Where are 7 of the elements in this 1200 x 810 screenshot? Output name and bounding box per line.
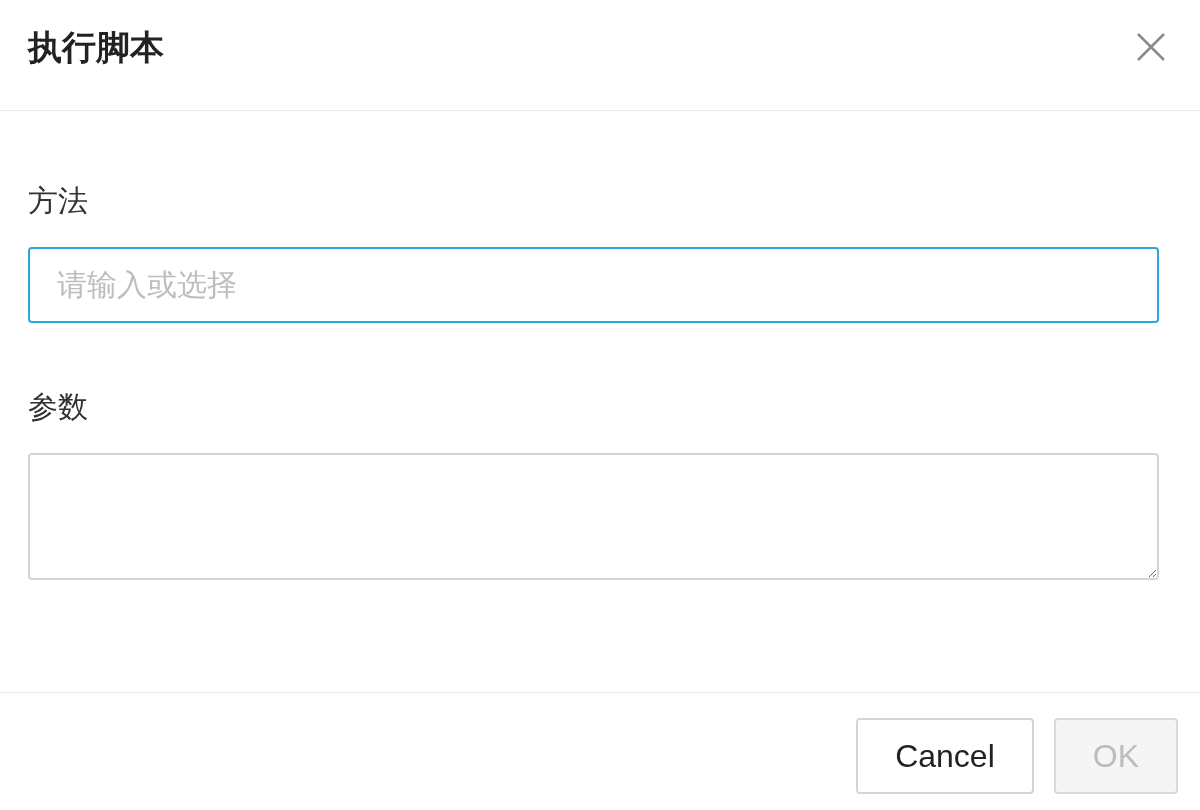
dialog-button[interactable]: Cancel: [856, 718, 1034, 794]
field-label: 参数: [28, 389, 89, 425]
field-label: 方法: [28, 183, 89, 219]
params-text-field[interactable]: [28, 453, 1159, 580]
method-input-field[interactable]: 请输入或选择: [28, 247, 1159, 323]
dialog-title: 执行脚本: [28, 26, 164, 68]
close-icon[interactable]: [1136, 32, 1166, 62]
